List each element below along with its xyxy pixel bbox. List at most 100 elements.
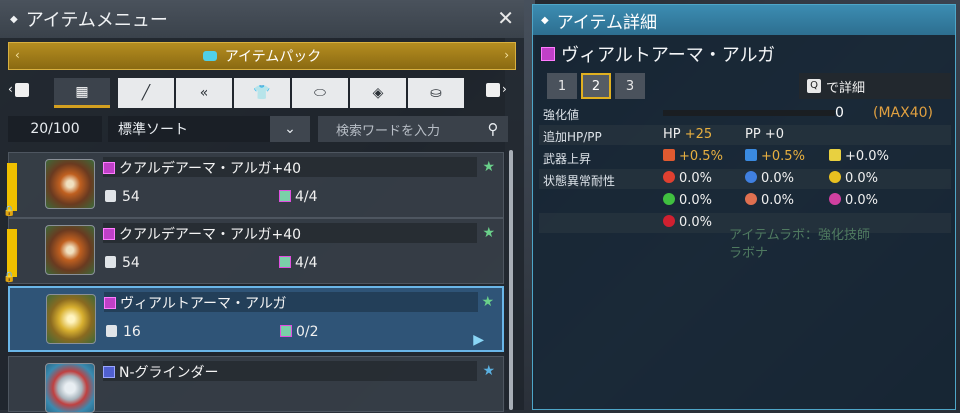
bag-icon (202, 51, 217, 61)
material-type-icon (103, 366, 115, 378)
category-tabs: ‹ ▦ ╱ « 👕 ⬭ ◈ ⛀ › (8, 78, 518, 108)
lock-icon: 🔒 (3, 206, 16, 217)
double-chevron-icon: « (199, 85, 209, 101)
sort-label: 標準ソート (118, 122, 188, 138)
slot-icon (279, 190, 291, 202)
item-menu-title: アイテムメニュー (25, 10, 168, 31)
list-item[interactable]: 🔒 クアルデアーマ・アルガ+40 ★ 54 4/4 (3, 152, 504, 218)
pain-value: 0.0% (679, 215, 713, 230)
enhance-label: 強化値 (543, 108, 580, 122)
star-icon[interactable]: ★ (482, 225, 495, 241)
pp-value: +0 (764, 127, 784, 142)
burn-value: 0.0% (679, 171, 713, 186)
ranged-boost: +0.5% (745, 149, 805, 164)
list-item-selected[interactable]: ヴィアルトアーマ・アルガ ★ 16 0/2 ▶ (8, 286, 504, 352)
tab-other[interactable]: ⛀ (408, 78, 464, 108)
item-count: 20/100 (8, 116, 102, 142)
virus-resist: 0.0% (829, 193, 878, 208)
defense-value: 54 (122, 189, 140, 205)
item-name: クアルデアーマ・アルガ+40 (119, 161, 302, 177)
weapon-boost-row: 武器上昇 +0.5% +0.5% +0.0% (539, 147, 951, 167)
item-slots: 4/4 (279, 189, 318, 205)
pain-icon (663, 215, 675, 227)
star-icon[interactable]: ★ (482, 363, 495, 379)
person-icon: ⛀ (430, 85, 442, 101)
poison-value: 0.0% (679, 193, 713, 208)
tab-sub[interactable]: « (176, 78, 232, 108)
lock-icon: 🔒 (3, 272, 16, 283)
slot-icon (280, 325, 292, 337)
tab-prev-button[interactable]: ‹ (8, 82, 31, 97)
panic-value: 0.0% (761, 193, 795, 208)
pain-resist: 0.0% (663, 215, 712, 230)
status-resist-row-2: 0.0% 0.0% 0.0% (539, 191, 951, 211)
search-input[interactable]: 検索ワードを入力 (318, 116, 478, 142)
tab-next-button[interactable]: › (484, 82, 507, 97)
page-tab-2[interactable]: 2 (581, 73, 611, 99)
gem-icon: ◈ (372, 85, 384, 101)
armor-type-icon (103, 228, 115, 240)
tab-accessory[interactable]: ⬭ (292, 78, 348, 108)
ranged-value: +0.5% (761, 149, 805, 164)
star-icon[interactable]: ★ (481, 294, 494, 310)
chevron-down-icon[interactable]: ⌄ (270, 116, 310, 142)
tab-material[interactable]: ◈ (350, 78, 406, 108)
hp-pp-row: 追加HP/PP HP +25 PP +0 (539, 125, 951, 145)
freeze-resist: 0.0% (745, 171, 794, 186)
item-pack-selector[interactable]: ‹ アイテムパック › (8, 42, 516, 70)
item-name: クアルデアーマ・アルガ+40 (119, 227, 302, 243)
diamond-icon: ◆ (541, 14, 549, 26)
armor-type-icon (103, 162, 115, 174)
page-tab-3[interactable]: 3 (615, 73, 645, 99)
tech-icon (829, 149, 841, 161)
item-thumbnail (45, 225, 95, 275)
hp-stat: HP +25 (663, 127, 712, 142)
panic-icon (745, 193, 757, 205)
poison-resist: 0.0% (663, 193, 712, 208)
hp-label: HP (663, 127, 681, 142)
armor-type-icon (541, 47, 555, 61)
list-item[interactable]: N-グラインダー ★ (8, 356, 504, 413)
shield-icon (106, 325, 117, 337)
status-resist-row-1: 状態異常耐性 0.0% 0.0% 0.0% (539, 169, 951, 189)
enhance-max: (MAX40) (873, 105, 933, 121)
grid-icon: ▦ (75, 83, 89, 100)
tag-icon: ⬭ (314, 85, 326, 101)
npc-watermark: アイテムラボ：強化技師 ラボナ (729, 227, 870, 263)
slot-icon (279, 256, 291, 268)
enhance-bar (663, 110, 835, 116)
detail-item-name-text: ヴィアルトアーマ・アルガ (561, 45, 776, 66)
enhance-value: 0 (835, 105, 844, 121)
tab-weapon[interactable]: ╱ (118, 78, 174, 108)
tab-all[interactable]: ▦ (54, 78, 110, 108)
watermark-line-1: アイテムラボ：強化技師 (729, 228, 871, 243)
pp-stat: PP +0 (745, 127, 784, 142)
item-menu-title-bar: ◆ アイテムメニュー (0, 0, 524, 38)
chevron-left-icon[interactable]: ‹ (15, 48, 20, 62)
chevron-right-icon[interactable]: › (504, 48, 509, 62)
hp-value: +25 (684, 127, 713, 142)
lock-bar (7, 229, 17, 277)
lock-bar (7, 163, 17, 211)
burn-resist: 0.0% (663, 171, 712, 186)
item-defense: 54 (105, 189, 140, 205)
scrollbar[interactable] (509, 150, 513, 410)
virus-value: 0.0% (845, 193, 879, 208)
item-detail-panel: ◆ アイテム詳細 ヴィアルトアーマ・アルガ 1 2 3 Q で詳細 強化値 0 … (532, 4, 956, 410)
tab-armor[interactable]: 👕 (234, 78, 290, 108)
panic-resist: 0.0% (745, 193, 794, 208)
shock-resist: 0.0% (829, 171, 878, 186)
burn-icon (663, 171, 675, 183)
slot-value: 4/4 (295, 189, 318, 205)
ranged-icon (745, 149, 757, 161)
detail-button[interactable]: Q で詳細 (799, 73, 951, 99)
list-item[interactable]: 🔒 クアルデアーマ・アルガ+40 ★ 54 4/4 (3, 218, 504, 284)
shock-value: 0.0% (845, 171, 879, 186)
search-icon[interactable]: ⚲ (478, 116, 508, 142)
hp-pp-label: 追加HP/PP (543, 130, 602, 144)
page-tab-1[interactable]: 1 (547, 73, 577, 99)
star-icon[interactable]: ★ (482, 159, 495, 175)
shield-icon (105, 256, 116, 268)
close-button[interactable]: ✕ (497, 6, 514, 30)
defense-value: 54 (122, 255, 140, 271)
